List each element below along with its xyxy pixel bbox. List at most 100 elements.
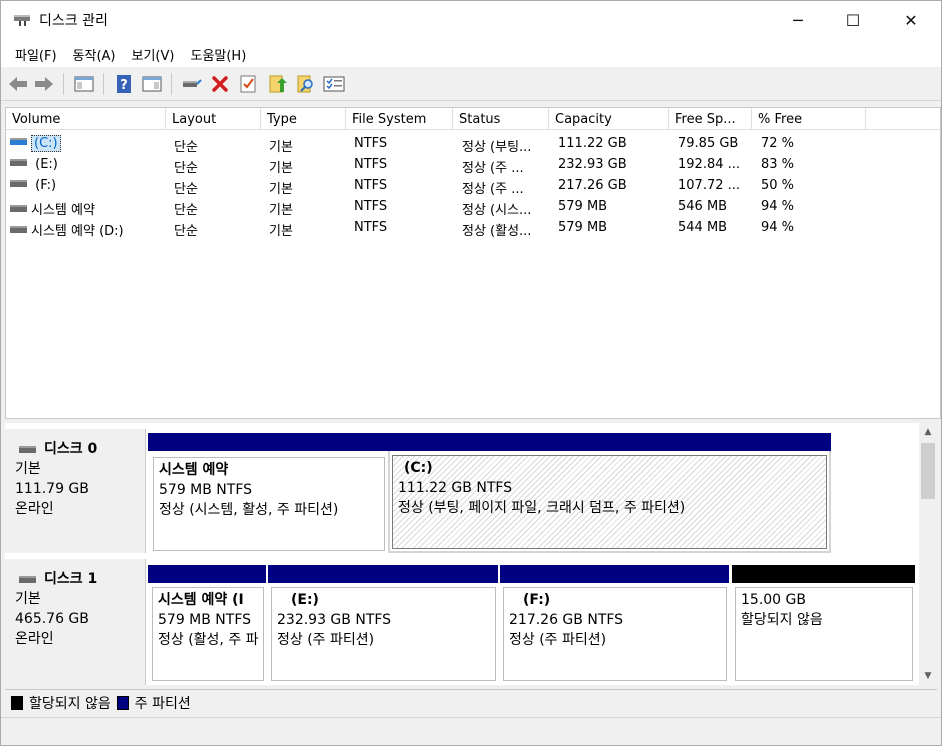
scroll-up-icon[interactable]: ▲ <box>919 423 937 441</box>
disk-0-title: 디스크 0 <box>15 439 145 459</box>
help-icon[interactable]: ? <box>113 73 135 95</box>
partition-name: (C:) <box>404 460 433 476</box>
column-header-capacity[interactable]: Capacity <box>549 108 669 130</box>
column-header-volume[interactable]: Volume <box>6 108 166 130</box>
graphical-view-scrollbar[interactable]: ▲ ▼ <box>919 423 937 685</box>
drive-icon <box>10 180 27 187</box>
partition-c-drive[interactable]: (C:) 111.22 GB NTFS 정상 (부팅, 페이지 파일, 크래시 … <box>388 433 831 553</box>
volume-row[interactable]: 시스템 예약 (D:) 단순 기본 NTFS 정상 (활성... 579 MB … <box>6 217 940 238</box>
partition-status: 정상 (시스템, 활성, 주 파티션) <box>159 502 339 518</box>
show-hide-console-tree-icon[interactable] <box>73 73 95 95</box>
volume-row[interactable]: (E:) 단순 기본 NTFS 정상 (주 ... 232.93 GB 192.… <box>6 154 940 175</box>
partition-color-bar <box>388 433 831 451</box>
search-folder-icon[interactable] <box>295 73 317 95</box>
menu-file[interactable]: 파일(F) <box>7 39 65 67</box>
status-cell: 정상 (시스... <box>462 203 532 217</box>
percent-free-cell: 94 % <box>761 199 795 214</box>
partition-status: 정상 (부팅, 페이지 파일, 크래시 덤프, 주 파티션) <box>398 500 686 516</box>
forward-icon[interactable] <box>33 73 55 95</box>
delete-icon[interactable] <box>209 73 231 95</box>
partition-size: 111.22 GB NTFS <box>398 480 513 496</box>
menu-help[interactable]: 도움말(H) <box>182 39 254 67</box>
toolbar-separator <box>171 73 172 95</box>
column-header-percent-free[interactable]: % Free <box>752 108 866 130</box>
partition-size: 579 MB NTFS <box>159 482 253 498</box>
status-cell: 정상 (주 ... <box>462 161 524 175</box>
status-cell: 정상 (활성... <box>462 224 532 238</box>
free-space-cell: 79.85 GB <box>678 136 739 151</box>
disk-1-info[interactable]: 디스크 1 기본 465.76 GB 온라인 <box>5 559 146 685</box>
volume-name: 시스템 예약 (D:) <box>31 224 124 238</box>
check-properties-icon[interactable] <box>237 73 259 95</box>
volume-row[interactable]: 시스템 예약 단순 기본 NTFS 정상 (시스... 579 MB 546 M… <box>6 196 940 217</box>
drive-icon <box>19 575 36 583</box>
connect-drive-icon[interactable] <box>181 73 203 95</box>
volume-list-header: Volume Layout Type File System Status Ca… <box>6 108 940 130</box>
menu-action[interactable]: 동작(A) <box>65 39 124 67</box>
column-header-status[interactable]: Status <box>453 108 549 130</box>
partition-system-reserved-i[interactable]: 시스템 예약 (I 579 MB NTFS 정상 (활성, 주 파 <box>148 565 266 683</box>
primary-partition-swatch <box>116 695 129 710</box>
partition-unallocated[interactable]: 15.00 GB 할당되지 않음 <box>732 565 915 683</box>
disk-size: 465.76 GB <box>15 611 89 627</box>
drive-icon <box>10 205 27 212</box>
partition-name: (F:) <box>523 592 551 608</box>
layout-cell: 단순 <box>174 224 198 238</box>
disk-state: 온라인 <box>15 501 54 517</box>
status-cell: 정상 (부팅... <box>462 140 532 154</box>
toolbar-separator <box>63 73 64 95</box>
capacity-cell: 111.22 GB <box>558 136 627 151</box>
menu-bar: 파일(F) 동작(A) 보기(V) 도움말(H) <box>1 39 941 67</box>
partition-size: 15.00 GB <box>741 592 806 608</box>
layout-cell: 단순 <box>174 140 198 154</box>
options-list-icon[interactable] <box>323 73 345 95</box>
partition-f-drive[interactable]: (F:) 217.26 GB NTFS 정상 (주 파티션) <box>500 565 729 683</box>
unallocated-swatch <box>11 695 23 710</box>
disk-type: 기본 <box>15 591 41 607</box>
maximize-button[interactable]: ☐ <box>830 1 876 39</box>
disk-0-info[interactable]: 디스크 0 기본 111.79 GB 온라인 <box>5 429 146 553</box>
back-icon[interactable] <box>7 73 29 95</box>
status-cell: 정상 (주 ... <box>462 182 524 196</box>
partition-system-reserved[interactable]: 시스템 예약 579 MB NTFS 정상 (시스템, 활성, 주 파티션) <box>148 433 388 553</box>
toolbar-separator <box>103 73 104 95</box>
partition-color-bar <box>500 565 729 583</box>
percent-free-cell: 50 % <box>761 178 795 193</box>
partition-status: 정상 (주 파티션) <box>509 632 607 648</box>
scroll-down-icon[interactable]: ▼ <box>919 667 937 685</box>
minimize-button[interactable]: ─ <box>775 1 821 39</box>
partition-details: 시스템 예약 579 MB NTFS 정상 (시스템, 활성, 주 파티션) <box>153 457 385 551</box>
free-space-cell: 107.72 ... <box>678 178 741 193</box>
partition-status: 정상 (주 파티션) <box>277 632 375 648</box>
volume-name: 시스템 예약 <box>31 203 95 217</box>
column-header-layout[interactable]: Layout <box>166 108 261 130</box>
up-folder-icon[interactable] <box>267 73 289 95</box>
scrollbar-thumb[interactable] <box>921 443 935 499</box>
capacity-cell: 579 MB <box>558 220 608 235</box>
partition-name: 시스템 예약 <box>159 462 229 478</box>
column-header-free-space[interactable]: Free Sp... <box>669 108 752 130</box>
title-bar: 디스크 관리 ─ ☐ ✕ <box>1 1 941 39</box>
menu-view[interactable]: 보기(V) <box>124 39 183 67</box>
column-header-file-system[interactable]: File System <box>346 108 453 130</box>
disk-state: 온라인 <box>15 631 54 647</box>
show-hide-action-pane-icon[interactable] <box>141 73 163 95</box>
percent-free-cell: 83 % <box>761 157 795 172</box>
partition-status: 정상 (활성, 주 파 <box>158 632 259 648</box>
partition-size: 579 MB NTFS <box>158 612 252 628</box>
drive-icon <box>10 159 27 166</box>
volume-row[interactable]: (C:) 단순 기본 NTFS 정상 (부팅... 111.22 GB 79.8… <box>6 133 940 154</box>
capacity-cell: 217.26 GB <box>558 178 627 193</box>
column-header-type[interactable]: Type <box>261 108 346 130</box>
svg-text:?: ? <box>120 78 128 93</box>
disk-graphical-view: 디스크 0 기본 111.79 GB 온라인 시스템 예약 579 MB NTF… <box>5 423 919 685</box>
type-cell: 기본 <box>269 203 293 217</box>
disk-name: 디스크 1 <box>44 571 98 587</box>
partition-name: (E:) <box>291 592 319 608</box>
partition-e-drive[interactable]: (E:) 232.93 GB NTFS 정상 (주 파티션) <box>268 565 498 683</box>
volume-row[interactable]: (F:) 단순 기본 NTFS 정상 (주 ... 217.26 GB 107.… <box>6 175 940 196</box>
drive-icon <box>10 138 27 145</box>
disk-name: 디스크 0 <box>44 441 98 457</box>
close-button[interactable]: ✕ <box>888 1 934 39</box>
volume-cell: 시스템 예약 (D:) <box>10 217 166 238</box>
